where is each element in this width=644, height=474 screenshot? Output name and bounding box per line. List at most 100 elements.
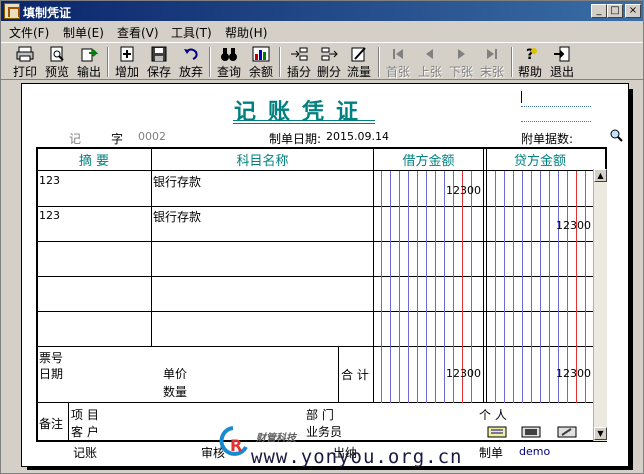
save-icon — [150, 46, 168, 62]
menu-help[interactable]: 帮助(H) — [225, 24, 267, 41]
add-button[interactable]: 增加 — [111, 45, 143, 79]
quantity-label: 数量 — [163, 385, 188, 399]
watermark-brand: 财管科技 — [256, 433, 296, 444]
maker-label: 制单 — [479, 446, 504, 460]
voucher-number[interactable]: 0002 — [138, 130, 166, 143]
pencil-icon[interactable] — [557, 426, 577, 438]
preview-icon — [48, 46, 66, 62]
menu-tools[interactable]: 工具(T) — [171, 24, 212, 41]
title-bar: 填制凭证 _ □ × — [1, 1, 643, 21]
grid-line — [151, 147, 152, 347]
total-label: 合 计 — [341, 368, 369, 382]
voucher-date[interactable]: 2015.09.14 — [326, 130, 389, 143]
delete-row-icon — [320, 46, 338, 62]
scroll-down-icon[interactable]: ▼ — [594, 427, 607, 440]
customer-label: 客 户 — [71, 425, 99, 439]
remark-label: 备注 — [39, 417, 64, 431]
scroll-up-icon[interactable]: ▲ — [594, 169, 607, 182]
help-button[interactable]: ? 帮助 — [514, 45, 546, 79]
balance-chart-icon — [252, 46, 270, 62]
attachment-label: 附单据数: — [521, 132, 574, 146]
save-button[interactable]: 保存 — [143, 45, 175, 79]
bookkeeper-label: 记账 — [73, 446, 98, 460]
bill-date-label: 日期 — [39, 367, 64, 381]
salesman-label: 业务员 — [306, 425, 343, 439]
row5-summary[interactable] — [37, 312, 151, 346]
toolbar-separator — [279, 47, 281, 77]
unit-price-label: 单价 — [163, 367, 188, 381]
card-icon[interactable] — [521, 426, 541, 438]
row1-summary[interactable]: 123 — [39, 174, 60, 187]
department-label: 部 门 — [306, 408, 334, 422]
menu-file[interactable]: 文件(F) — [9, 24, 49, 41]
print-button[interactable]: 打印 — [9, 45, 41, 79]
export-icon — [80, 46, 99, 62]
add-icon — [118, 46, 136, 62]
date-label: 制单日期: — [269, 132, 322, 146]
prev-icon — [421, 46, 439, 62]
row1-account[interactable]: 银行存款 — [153, 173, 201, 190]
next-icon — [452, 46, 470, 62]
total-credit: 12300 — [556, 367, 591, 380]
next-voucher-button[interactable]: 下张 — [445, 45, 477, 79]
balance-button[interactable]: 余额 — [245, 45, 277, 79]
first-icon — [389, 46, 407, 62]
paper-shadow — [629, 89, 633, 469]
help-icon: ? — [521, 46, 539, 63]
window-title: 填制凭证 — [23, 6, 72, 20]
menu-bar: 文件(F) 制单(E) 查看(V) 工具(T) 帮助(H) — [1, 22, 643, 41]
dotted-line — [521, 106, 591, 107]
row2-summary[interactable]: 123 — [39, 209, 60, 222]
total-debit: 12300 — [446, 367, 481, 380]
insert-row-icon — [290, 46, 308, 62]
toolbar-separator — [378, 47, 380, 77]
exit-button[interactable]: 退出 — [546, 45, 578, 79]
close-button[interactable]: × — [625, 4, 641, 18]
voucher-window: 填制凭证 _ □ × 文件(F) 制单(E) 查看(V) 工具(T) 帮助(H)… — [0, 0, 644, 474]
toolbar-separator — [209, 47, 211, 77]
dotted-line — [521, 121, 591, 122]
undo-icon — [182, 46, 200, 62]
notebook-icon[interactable] — [487, 426, 507, 438]
grid-line — [68, 402, 69, 441]
delete-entry-button[interactable]: 删分 — [313, 45, 345, 79]
discard-button[interactable]: 放弃 — [175, 45, 207, 79]
row1-debit[interactable]: 12300 — [421, 184, 481, 197]
export-button[interactable]: 输出 — [73, 45, 105, 79]
col-summary: 摘 要 — [78, 154, 110, 169]
watermark-logo-icon: R — [219, 425, 249, 459]
row3-summary[interactable] — [37, 242, 151, 276]
row2-credit[interactable]: 12300 — [531, 219, 591, 232]
svg-text:R: R — [230, 436, 242, 455]
toolbar-separator — [107, 47, 109, 77]
bill-no-label: 票号 — [39, 351, 64, 365]
prev-voucher-button[interactable]: 上张 — [414, 45, 446, 79]
binoculars-icon — [220, 46, 238, 62]
cashflow-button[interactable]: 流量 — [343, 45, 375, 79]
row2-account[interactable]: 银行存款 — [153, 208, 201, 225]
toolbar-separator — [511, 47, 513, 77]
menu-view[interactable]: 查看(V) — [117, 24, 159, 41]
vertical-scrollbar[interactable]: ▲ ▼ — [593, 169, 607, 441]
first-voucher-button[interactable]: 首张 — [382, 45, 414, 79]
insert-entry-button[interactable]: 插分 — [283, 45, 315, 79]
col-debit: 借方金额 — [402, 154, 455, 169]
preview-button[interactable]: 预览 — [41, 45, 73, 79]
app-icon — [4, 3, 20, 19]
menu-edit[interactable]: 制单(E) — [63, 24, 104, 41]
exit-icon — [553, 46, 571, 62]
toolbar: 打印 预览 输出 增加 保存 放弃 查询 余额 插分 删分 流量 首张 上张 下… — [1, 42, 643, 80]
voucher-number-label: 字 — [111, 132, 124, 146]
last-icon — [483, 46, 501, 62]
maximize-button[interactable]: □ — [607, 4, 623, 18]
minimize-button[interactable]: _ — [591, 4, 607, 18]
cashflow-icon — [350, 46, 368, 62]
magnifier-icon[interactable] — [609, 128, 623, 142]
last-voucher-button[interactable]: 末张 — [476, 45, 508, 79]
col-credit: 贷方金额 — [513, 154, 566, 169]
query-button[interactable]: 查询 — [213, 45, 245, 79]
voucher-title: 记账凭证 — [234, 100, 371, 125]
title-underline — [233, 123, 375, 124]
voucher-type[interactable]: 记 — [69, 130, 81, 147]
row4-summary[interactable] — [37, 277, 151, 311]
